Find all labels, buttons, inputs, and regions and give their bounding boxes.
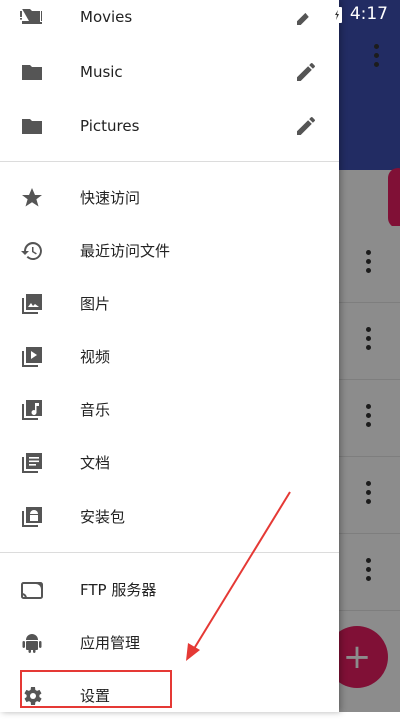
clock: 4:17 <box>349 4 388 24</box>
drawer-item-music[interactable]: Music <box>0 46 339 98</box>
music-icon <box>22 400 42 420</box>
drawer-item-images[interactable]: 图片 <box>0 278 339 330</box>
drawer-item-label: 文档 <box>80 454 111 472</box>
folder-icon <box>22 65 42 80</box>
drawer-item-quick-access[interactable]: 快速访问 <box>0 172 339 224</box>
android-icon <box>22 634 42 653</box>
battery-icon <box>331 5 342 23</box>
divider <box>0 552 339 553</box>
drawer-item-music-category[interactable]: 音乐 <box>0 384 339 436</box>
drawer-item-label: 应用管理 <box>80 634 141 652</box>
status-bar: A 4:17 <box>0 0 400 30</box>
divider <box>0 161 339 162</box>
drawer-item-video[interactable]: 视频 <box>0 331 339 383</box>
wifi-icon <box>302 6 323 22</box>
drawer-item-pictures[interactable]: Pictures <box>0 100 339 152</box>
annotation-highlight-box <box>20 670 172 708</box>
drawer-item-documents[interactable]: 文档 <box>0 437 339 489</box>
edit-pencil-icon[interactable] <box>294 60 318 84</box>
android-package-icon <box>22 507 42 527</box>
drawer-item-recent[interactable]: 最近访问文件 <box>0 225 339 277</box>
drawer-item-label: Music <box>80 63 123 81</box>
star-icon <box>22 188 42 207</box>
drawer-item-label: 视频 <box>80 348 111 366</box>
ftp-server-icon <box>21 582 43 599</box>
drawer-item-label: 图片 <box>80 295 111 313</box>
drawer-item-label: Pictures <box>80 117 140 135</box>
drawer-item-app-manager[interactable]: 应用管理 <box>0 617 339 669</box>
drawer-item-label: 音乐 <box>80 401 111 419</box>
video-icon <box>22 347 42 367</box>
drawer-item-apk[interactable]: 安装包 <box>0 491 339 543</box>
drawer-item-ftp[interactable]: FTP 服务器 <box>0 564 339 616</box>
drawer-item-label: 安装包 <box>80 508 126 526</box>
image-icon <box>22 294 42 314</box>
document-icon <box>22 453 42 473</box>
history-icon <box>21 242 42 260</box>
font-icon: A <box>40 6 54 22</box>
drawer-item-label: FTP 服务器 <box>80 581 157 599</box>
edit-pencil-icon[interactable] <box>294 114 318 138</box>
drawer-item-label: 快速访问 <box>80 189 141 207</box>
warning-icon <box>13 7 29 21</box>
navigation-drawer: Movies Music Pictures 快速访问 最近访问文件 图片 视频 … <box>0 0 339 712</box>
drawer-item-label: 最近访问文件 <box>80 242 171 260</box>
folder-icon <box>22 119 42 134</box>
svg-text:A: A <box>43 10 50 21</box>
